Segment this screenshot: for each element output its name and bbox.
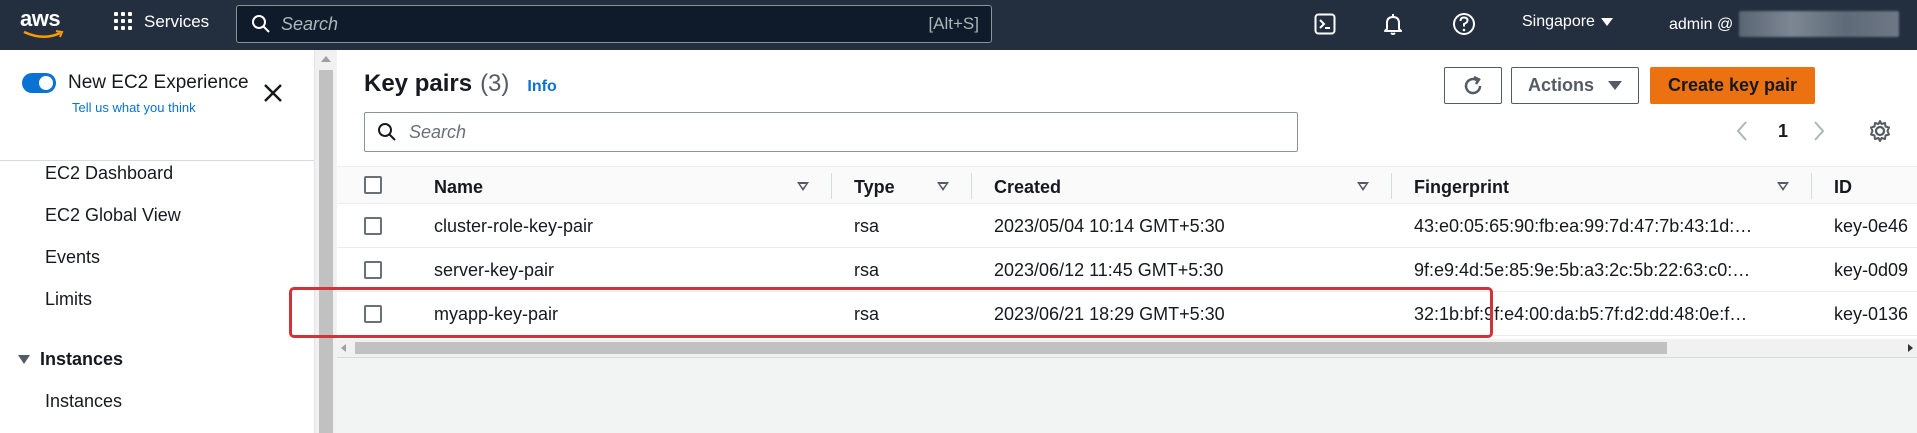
new-experience-toggle[interactable]: [22, 73, 56, 93]
sidebar-scrollbar[interactable]: [314, 50, 336, 433]
sidebar-item-events[interactable]: Events: [45, 247, 100, 268]
refresh-icon: [1464, 75, 1482, 94]
cell-id: key-0d09: [1834, 260, 1909, 280]
sidebar: New EC2 Experience Tell us what you thin…: [0, 50, 314, 433]
actions-label: Actions: [1527, 75, 1594, 95]
create-key-pair-button[interactable]: Create key pair: [1650, 67, 1815, 104]
column-header-fingerprint[interactable]: Fingerprint: [1414, 177, 1509, 198]
cell-type: rsa: [854, 216, 880, 236]
sort-icon[interactable]: [797, 182, 809, 191]
column-header-id[interactable]: ID: [1834, 177, 1852, 198]
table-horizontal-scrollbar[interactable]: [337, 339, 1917, 357]
refresh-button[interactable]: [1444, 67, 1502, 104]
feedback-link[interactable]: Tell us what you think: [72, 100, 196, 115]
horizontal-scrollbar-thumb[interactable]: [355, 342, 1667, 354]
select-all-checkbox[interactable]: [364, 176, 382, 194]
sidebar-item-instances[interactable]: Instances: [45, 391, 122, 412]
cell-fingerprint: 9f:e9:4d:5e:85:9e:5b:a3:2c:5b:22:63:c0:…: [1414, 260, 1751, 280]
caret-down-icon: [1608, 81, 1622, 90]
search-icon: [252, 15, 270, 33]
scroll-right-arrow-icon[interactable]: [1908, 344, 1913, 352]
highlight-annotation-box: [289, 287, 1493, 338]
sidebar-section-label: Instances: [40, 349, 124, 369]
page-title-text: Key pairs: [364, 70, 473, 97]
caret-down-icon: [1600, 18, 1613, 26]
cell-name[interactable]: cluster-role-key-pair: [434, 216, 593, 237]
key-pairs-search-box: [364, 112, 1298, 152]
sidebar-item-ec2-global-view[interactable]: EC2 Global View: [45, 205, 181, 226]
column-resizer[interactable]: [1811, 173, 1812, 199]
column-resizer[interactable]: [971, 173, 972, 199]
redacted-account-id: [1739, 11, 1900, 37]
cell-created: 2023/05/04 10:14 GMT+5:30: [994, 216, 1225, 236]
page-title: Key pairs (3) Info: [364, 70, 557, 98]
cell-id: key-0136: [1834, 304, 1909, 324]
sidebar-divider: [0, 160, 314, 161]
table-row[interactable]: server-key-pair rsa 2023/06/12 11:45 GMT…: [337, 248, 1917, 292]
cell-id: key-0e46: [1834, 216, 1909, 236]
cell-name[interactable]: server-key-pair: [434, 260, 554, 281]
page-background-area: [337, 357, 1917, 433]
sort-icon[interactable]: [1777, 182, 1789, 191]
region-selector[interactable]: Singapore: [1522, 13, 1613, 31]
new-experience-label: New EC2 Experience: [68, 72, 249, 93]
info-link[interactable]: Info: [527, 78, 556, 96]
settings-gear-icon[interactable]: [1868, 119, 1892, 143]
global-search-box: [Alt+S]: [236, 5, 992, 43]
cloudshell-icon[interactable]: [1312, 11, 1338, 37]
sort-icon[interactable]: [937, 182, 949, 191]
expand-caret-icon: [18, 355, 30, 364]
new-experience-toggle-row: New EC2 Experience: [22, 72, 249, 94]
column-resizer[interactable]: [1391, 173, 1392, 199]
table-header: Name Type Created Fingerprint ID: [337, 166, 1917, 204]
cell-fingerprint: 43:e0:05:65:90:fb:ea:99:7d:47:7b:43:1d:…: [1414, 216, 1753, 236]
services-menu-button[interactable]: Services: [114, 12, 209, 32]
current-page-number[interactable]: 1: [1778, 121, 1788, 142]
search-shortcut-hint: [Alt+S]: [928, 14, 979, 33]
column-resizer[interactable]: [831, 173, 832, 199]
actions-button[interactable]: Actions: [1511, 67, 1639, 104]
region-label: Singapore: [1522, 13, 1595, 30]
column-header-name[interactable]: Name: [434, 177, 483, 198]
sidebar-item-ec2-dashboard[interactable]: EC2 Dashboard: [45, 163, 173, 184]
account-menu[interactable]: admin @: [1669, 11, 1900, 37]
grid-icon: [114, 12, 134, 32]
help-icon[interactable]: [1451, 11, 1477, 37]
aws-logo[interactable]: aws: [20, 6, 70, 42]
notifications-bell-icon[interactable]: [1380, 11, 1406, 37]
key-pairs-search-input[interactable]: [409, 121, 1269, 143]
global-search-input[interactable]: [281, 13, 881, 35]
table-row[interactable]: cluster-role-key-pair rsa 2023/05/04 10:…: [337, 204, 1917, 248]
scroll-up-arrow-icon[interactable]: [321, 56, 331, 62]
previous-page-icon[interactable]: [1734, 120, 1750, 142]
top-navigation-bar: aws Services [Alt+S] Singapore admin @: [0, 0, 1917, 50]
column-header-type[interactable]: Type: [854, 177, 895, 198]
search-icon: [378, 123, 396, 141]
create-key-pair-label: Create key pair: [1667, 75, 1798, 95]
cell-created: 2023/06/12 11:45 GMT+5:30: [994, 260, 1224, 280]
aws-logo-text: aws: [20, 6, 61, 31]
row-checkbox[interactable]: [364, 217, 382, 235]
sidebar-scrollbar-thumb[interactable]: [319, 70, 333, 433]
close-icon[interactable]: [260, 80, 286, 106]
account-label: admin @: [1669, 16, 1734, 33]
sidebar-item-limits[interactable]: Limits: [45, 289, 92, 310]
row-checkbox[interactable]: [364, 261, 382, 279]
column-header-created[interactable]: Created: [994, 177, 1061, 198]
next-page-icon[interactable]: [1811, 120, 1827, 142]
key-pair-count: (3): [480, 70, 510, 97]
services-label: Services: [144, 12, 210, 31]
sort-icon[interactable]: [1357, 182, 1369, 191]
scroll-left-arrow-icon[interactable]: [341, 344, 346, 352]
aws-smile-icon: [23, 30, 64, 38]
cell-type: rsa: [854, 260, 880, 280]
sidebar-section-instances[interactable]: Instances: [18, 349, 123, 370]
